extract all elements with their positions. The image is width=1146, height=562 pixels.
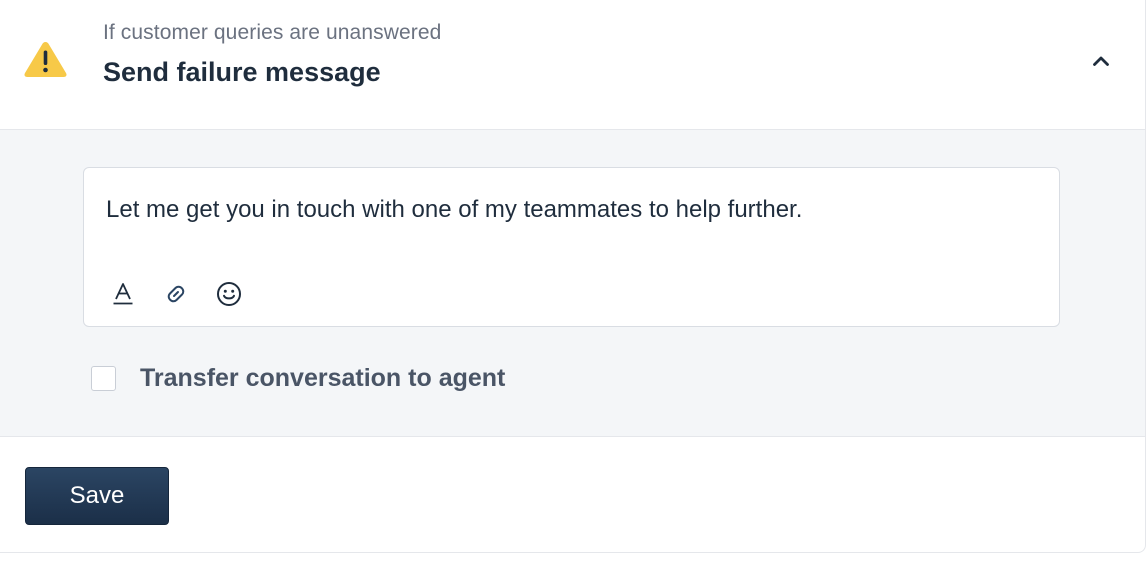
panel-header: If customer queries are unanswered Send … (0, 0, 1145, 130)
text-format-icon (113, 283, 133, 305)
panel-title: Send failure message (103, 57, 381, 87)
save-button[interactable]: Save (25, 467, 169, 525)
transfer-label[interactable]: Transfer conversation to agent (140, 364, 505, 393)
transfer-option[interactable]: Transfer conversation to agent (91, 363, 505, 393)
emoji-icon (217, 282, 241, 306)
warning-triangle-icon (24, 42, 67, 77)
text-format-button[interactable] (106, 278, 140, 310)
emoji-button[interactable] (212, 278, 246, 310)
message-editor[interactable]: Let me get you in touch with one of my t… (83, 167, 1060, 327)
collapse-button[interactable] (1086, 46, 1116, 76)
panel-subtitle: If customer queries are unanswered (103, 21, 442, 44)
editor-toolbar (106, 278, 265, 310)
link-icon (167, 285, 185, 303)
panel-body: Let me get you in touch with one of my t… (0, 130, 1145, 437)
message-text[interactable]: Let me get you in touch with one of my t… (106, 196, 802, 224)
link-button[interactable] (159, 278, 193, 310)
transfer-checkbox[interactable] (91, 365, 116, 391)
chevron-up-icon (1093, 56, 1109, 66)
failure-message-panel: If customer queries are unanswered Send … (0, 0, 1146, 553)
